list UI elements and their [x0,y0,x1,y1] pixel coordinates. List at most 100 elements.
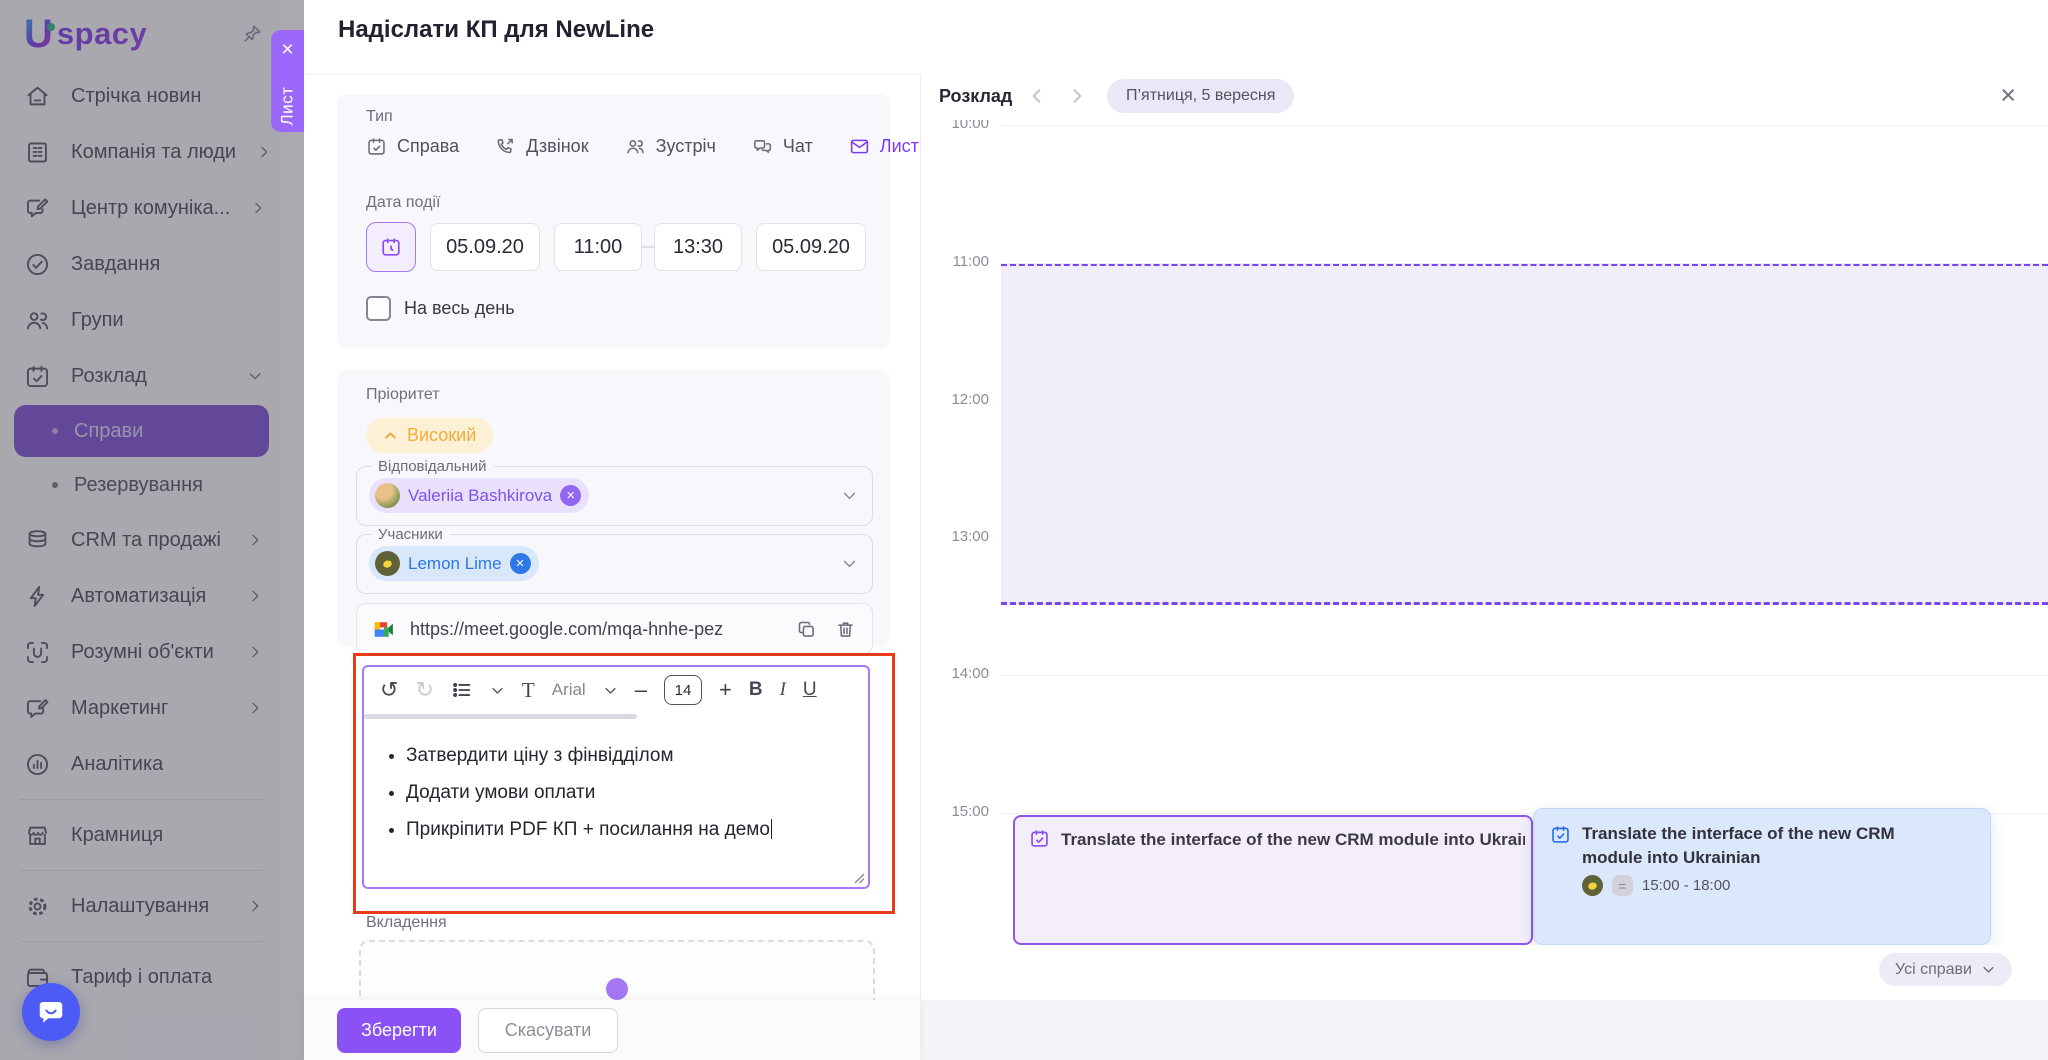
gridline [1001,401,2048,402]
participants-select[interactable]: Учасники Lemon Lime × [356,534,873,594]
chevron-down-icon[interactable] [490,683,505,698]
calendar-event[interactable]: Translate the interface of the new CRM m… [1013,815,1533,945]
type-option-meeting[interactable]: Зустріч [625,136,716,157]
avatar [375,551,400,576]
filter-label: Усі справи [1895,961,1972,979]
meet-link-url[interactable]: https://meet.google.com/mqa-hnhe-pez [410,619,723,640]
calendar-date-pill[interactable]: П’ятниця, 5 вересня [1107,79,1294,113]
responsible-chip[interactable]: Valeriia Bashkirova × [369,478,589,513]
mail-icon [849,136,870,157]
detail-tab-lyst[interactable]: × Лист [271,30,304,132]
time-label: 13:00 [927,528,989,545]
participant-chip[interactable]: Lemon Lime × [369,546,539,581]
type-option-chat[interactable]: Чат [752,136,813,157]
gridline [1001,263,2048,264]
end-date-field[interactable]: 05.09.20 [756,223,866,271]
type-option-task[interactable]: Справа [366,136,459,157]
attachments-label: Вкладення [366,914,447,932]
save-button[interactable]: Зберегти [337,1008,461,1053]
copy-icon[interactable] [796,619,817,640]
bullet-list-icon[interactable] [451,679,473,701]
time-label: 15:00 [927,803,989,820]
meet-link-actions [796,619,872,640]
cancel-button[interactable]: Скасувати [478,1008,618,1053]
remove-chip-icon[interactable]: × [560,485,581,506]
gridline [1001,538,2048,539]
rich-text-editor[interactable]: ↺ ↻ T Arial – 14 + B I U Затвердити ціну… [362,665,870,889]
italic-button[interactable]: I [780,679,786,701]
undo-icon[interactable]: ↺ [380,677,398,703]
gridline [1001,125,2048,126]
all-day-row: На весь день [366,296,515,321]
start-time-field[interactable]: 11:00 [554,223,642,271]
editor-content[interactable]: Затвердити ціну з фінвідділом Додати умо… [364,713,868,848]
chevron-down-icon[interactable] [841,555,858,572]
support-chat-button[interactable] [22,983,80,1041]
responsible-chip-label: Valeriia Bashkirova [408,486,552,506]
date-picker-button[interactable] [366,222,416,272]
type-option-label: Дзвінок [526,136,588,157]
chevron-down-icon[interactable] [841,487,858,504]
responsible-label: Відповідальний [371,458,494,475]
calendar-footer: Усі справи [921,945,2048,1000]
type-option-call[interactable]: Дзвінок [495,136,588,157]
modal-backdrop[interactable] [0,0,304,1060]
priority-label: Пріоритет [366,386,440,404]
decrease-font-button[interactable]: – [635,677,647,703]
remove-chip-icon[interactable]: × [510,553,531,574]
underline-button[interactable]: U [803,679,817,701]
event-calendar-icon [1550,824,1571,845]
close-icon[interactable]: × [2000,82,2016,109]
chevron-down-icon [1981,962,1996,977]
redo-icon[interactable]: ↻ [415,677,433,703]
priority-badge[interactable]: Високий [366,418,493,453]
toolbar-scrollbar[interactable] [364,714,637,719]
next-day-icon[interactable] [1067,86,1087,106]
bottom-strip [920,1000,2048,1060]
calendar-title: Розклад [939,86,1012,107]
details-panel: Пріоритет Високий Відповідальний Valerii… [337,370,890,647]
editor-toolbar: ↺ ↻ T Arial – 14 + B I U [364,667,868,713]
editor-bullet[interactable]: Затвердити ціну з фінвідділом [406,737,850,774]
editor-bullet[interactable]: Прикріпити PDF КП + посилання на демо [406,811,850,848]
type-option-label: Справа [397,136,459,157]
modal-footer: Зберегти Скасувати [304,1000,920,1060]
type-option-label: Зустріч [656,136,716,157]
meeting-people-icon [625,136,646,157]
calendar-selection-range[interactable] [1001,263,2048,605]
calendar-event-tooltip[interactable]: Translate the interface of the new CRM m… [1533,808,1991,945]
date-label: Дата події [366,194,440,212]
trash-icon[interactable] [835,619,856,640]
event-meta: = 15:00 - 18:00 [1582,875,1730,896]
meet-link-row: https://meet.google.com/mqa-hnhe-pez [356,603,873,655]
event-calendar-icon [1029,828,1050,849]
type-option-label: Чат [783,136,813,157]
close-icon[interactable]: × [281,39,293,60]
chevron-up-icon [383,428,398,443]
start-date-field[interactable]: 05.09.20 [430,223,540,271]
chat-icon [752,136,773,157]
increase-font-button[interactable]: + [719,677,732,703]
bold-button[interactable]: B [749,679,763,701]
responsible-select[interactable]: Відповідальний Valeriia Bashkirova × [356,466,873,526]
end-time-field[interactable]: 13:30 [654,223,742,271]
phone-icon [495,136,516,157]
lemon-icon [381,557,394,570]
resize-handle-icon[interactable] [853,872,865,884]
chevron-down-icon[interactable] [603,683,618,698]
type-option-mail[interactable]: Лист [849,136,919,157]
editor-bullet[interactable]: Додати умови оплати [406,774,850,811]
uspacy-app: U spacy Стрічка новин Компанія та люди Ц… [0,0,2048,1060]
all-day-label: На весь день [404,298,515,319]
all-day-checkbox[interactable] [366,296,391,321]
filter-dropdown[interactable]: Усі справи [1879,953,2012,986]
text-format-button[interactable]: T [522,678,535,703]
font-size-field[interactable]: 14 [664,675,702,705]
type-label: Тип [366,108,393,126]
font-family-select[interactable]: Arial [552,680,586,700]
event-title: Translate the interface of the new CRM m… [1061,830,1525,850]
schedule-panel: 10:00 11:00 12:00 13:00 14:00 15:00 Tran… [920,74,2048,1000]
date-row: 05.09.20 11:00 13:30 05.09.20 [366,222,866,272]
time-label: 11:00 [927,253,989,270]
prev-day-icon[interactable] [1027,86,1047,106]
